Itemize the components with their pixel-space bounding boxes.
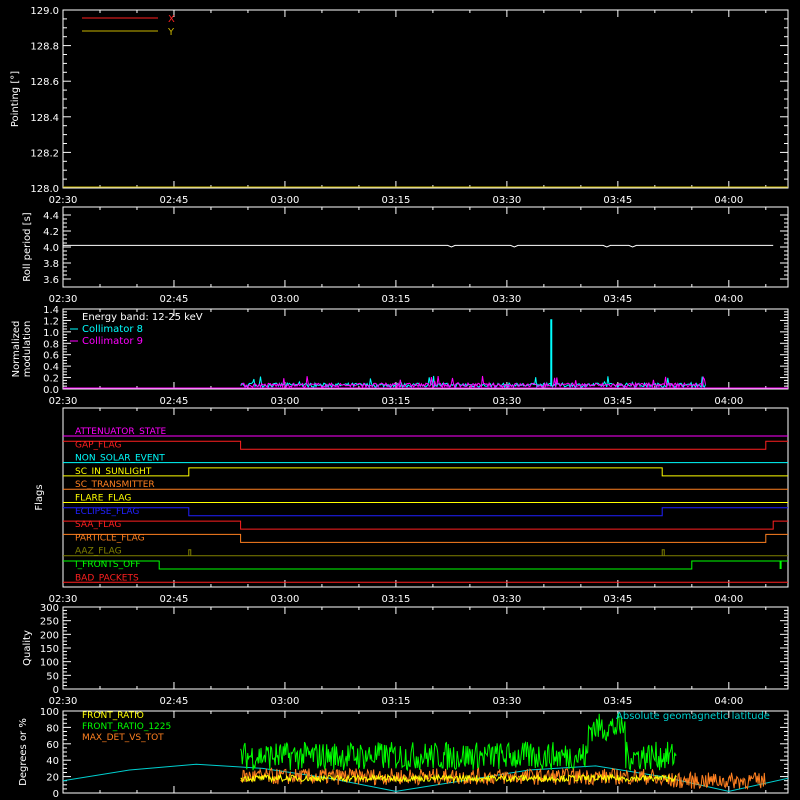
x-tick-label: 02:30	[49, 294, 78, 305]
y-tick-label: 1.4	[43, 305, 59, 316]
legend-label: Collimator 8	[82, 324, 143, 335]
legend-label: Y	[167, 27, 175, 38]
x-tick-label: 03:45	[603, 396, 632, 407]
x-tick-label: 03:45	[603, 696, 632, 707]
x-tick-label: 04:00	[714, 294, 743, 305]
x-tick-label: 03:00	[271, 195, 300, 206]
x-tick-label: 03:15	[381, 696, 410, 707]
x-tick-label: 03:45	[603, 195, 632, 206]
x-tick-label: 02:30	[49, 195, 78, 206]
y-tick-label: 3.8	[43, 259, 59, 270]
y-tick-label: 0	[53, 789, 59, 800]
x-tick-label: 03:15	[381, 294, 410, 305]
y-tick-label: 60	[46, 740, 59, 751]
y-tick-label: 0	[53, 685, 59, 696]
y-axis-label: Flags	[34, 484, 45, 510]
flag-line	[63, 560, 788, 570]
x-tick-label: 03:30	[492, 396, 521, 407]
x-tick-label: 04:00	[714, 696, 743, 707]
x-tick-label: 04:00	[714, 195, 743, 206]
y-tick-label: 0.4	[43, 362, 59, 373]
x-tick-label: 03:45	[603, 294, 632, 305]
x-tick-label: 02:45	[160, 594, 189, 605]
legend-label: X	[168, 14, 175, 25]
y-tick-label: 40	[46, 756, 59, 767]
flag-line	[63, 520, 788, 530]
x-tick-label: 03:00	[271, 396, 300, 407]
y-tick-label: 300	[40, 603, 59, 614]
quality-frame	[62, 606, 789, 690]
x-tick-label: 04:00	[714, 594, 743, 605]
x-tick-label: 02:45	[160, 696, 189, 707]
flag-pulse	[661, 549, 665, 556]
flag-line	[63, 467, 788, 477]
legend-label: Collimator 9	[82, 336, 143, 347]
y-tick-label: 128.2	[30, 148, 59, 159]
chart-canvas: 02:30 02:45 03:00 03:15 03:30 03:45 04:00 128.0…	[10, 6, 789, 800]
y-tick-label: 4.2	[43, 227, 59, 238]
x-tick-label: 03:00	[271, 294, 300, 305]
flag-line	[63, 440, 788, 450]
x-tick-label: 03:45	[603, 594, 632, 605]
y-axis-label: Normalizedmodulation	[11, 321, 33, 378]
legend-label: FRONT_RATIO_1225	[82, 722, 171, 732]
roll-period-line	[63, 244, 774, 248]
y-tick-label: 4.0	[43, 243, 59, 254]
y-tick-label: 20	[46, 773, 59, 784]
y-tick-label: 128.4	[30, 113, 59, 124]
flag-pulse	[188, 549, 192, 556]
x-tick-label: 02:45	[160, 396, 189, 407]
y-tick-label: 128.8	[30, 42, 59, 53]
y-tick-label: 1.2	[43, 316, 59, 327]
degrees-series	[240, 773, 677, 784]
x-tick-label: 03:30	[492, 696, 521, 707]
x-tick-label: 04:00	[714, 396, 743, 407]
y-tick-label: 4.4	[43, 211, 59, 222]
x-tick-label: 03:15	[381, 195, 410, 206]
y-tick-label: 0.6	[43, 351, 59, 362]
y-tick-label: 0.2	[43, 374, 59, 385]
energy-band-annotation: Energy band: 12-25 keV	[82, 312, 203, 323]
flag-line	[63, 533, 788, 543]
y-tick-label: 129.0	[30, 6, 59, 17]
legend-label: FRONT_RATIO	[82, 711, 144, 721]
y-tick-label: 80	[46, 723, 59, 734]
y-tick-label: 128.0	[30, 184, 59, 195]
x-tick-label: 02:30	[49, 696, 78, 707]
x-tick-label: 03:15	[381, 396, 410, 407]
y-tick-label: 50	[46, 671, 59, 682]
y-axis-label: Pointing [°]	[10, 71, 21, 127]
y-tick-label: 0.8	[43, 339, 59, 350]
flag-line	[63, 507, 788, 517]
y-tick-label: 1.0	[43, 328, 59, 339]
y-tick-label: 200	[40, 630, 59, 641]
x-tick-label: 03:30	[492, 195, 521, 206]
y-tick-label: 128.6	[30, 77, 59, 88]
x-tick-label: 02:45	[160, 294, 189, 305]
x-tick-label: 03:00	[271, 696, 300, 707]
x-tick-label: 03:30	[492, 594, 521, 605]
y-axis-label: Roll period [s]	[22, 212, 33, 281]
x-tick-label: 03:15	[381, 594, 410, 605]
x-tick-label: 03:30	[492, 294, 521, 305]
degrees-series	[240, 712, 677, 772]
latitude-annotation: Absolute geomagnetic latitude	[616, 711, 770, 722]
y-axis-label: Quality	[22, 630, 33, 666]
y-tick-label: 3.6	[43, 275, 59, 286]
y-tick-label: 100	[40, 658, 59, 669]
roll-frame	[62, 206, 789, 288]
legend-label: MAX_DET_VS_TOT	[82, 733, 164, 743]
x-tick-label: 02:45	[160, 195, 189, 206]
y-axis-label: Degrees or %	[18, 718, 29, 786]
flags-frame	[62, 407, 789, 588]
x-tick-label: 03:00	[271, 594, 300, 605]
y-tick-label: 150	[40, 644, 59, 655]
x-tick-label: 02:30	[49, 396, 78, 407]
y-tick-label: 250	[40, 617, 59, 628]
y-tick-label: 0.0	[43, 385, 59, 396]
y-tick-label: 100	[40, 707, 59, 718]
